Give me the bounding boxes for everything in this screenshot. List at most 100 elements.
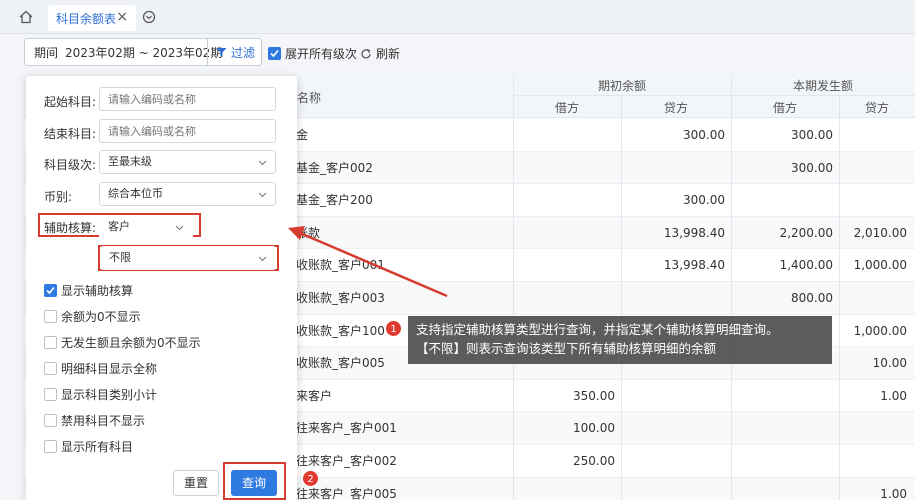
chevron-down-circle-icon[interactable]	[142, 10, 156, 24]
expand-all-levels[interactable]: 展开所有级次	[268, 45, 357, 62]
opening-credit-header: 贷方	[663, 101, 688, 115]
cell-cur-debit: 800.00	[791, 291, 833, 305]
cell-cur-debit	[731, 445, 833, 477]
cell-cur-credit	[839, 152, 907, 184]
reset-button[interactable]: 重置	[173, 470, 219, 496]
annotation-line-1: 支持指定辅助核算类型进行查询，并指定某个辅助核算明细查询。	[416, 322, 779, 337]
current-credit-header: 贷方	[864, 101, 889, 115]
cell-cur-debit	[731, 380, 833, 412]
period-value: 2023年02期 ~ 2023年02期	[65, 45, 223, 60]
group-current-header: 本期发生额	[792, 79, 853, 93]
cell-cur-debit: 1,400.00	[779, 258, 833, 273]
cell-name: 收账款_客户003	[296, 291, 385, 305]
cell-open-debit	[513, 478, 615, 500]
level-select[interactable]: 至最末级	[99, 150, 276, 174]
annotation-badge-2: 2	[302, 470, 319, 487]
option-checkbox[interactable]	[44, 310, 57, 323]
start-account-input[interactable]	[99, 87, 276, 111]
query-button[interactable]: 查询	[231, 470, 277, 496]
aux-detail-select[interactable]: 不限	[100, 246, 276, 270]
option-label: 显示所有科目	[61, 440, 134, 454]
cell-cur-credit: 1.00	[880, 388, 907, 403]
filter-button[interactable]: 过滤	[207, 38, 263, 66]
cell-name: 金	[296, 128, 309, 142]
cell-open-debit	[513, 184, 615, 216]
cell-open-credit: 300.00	[683, 128, 725, 142]
cell-cur-credit	[839, 445, 907, 477]
filter-option[interactable]: 无发生额且余额为0不显示	[44, 334, 201, 351]
cell-open-credit	[621, 478, 725, 500]
expand-label: 展开所有级次	[285, 47, 358, 61]
level-label: 科目级次:	[44, 158, 97, 172]
tab-account-balance[interactable]: 科目余额表 ×	[48, 5, 136, 31]
aux-label: 辅助核算:	[44, 221, 97, 235]
cell-cur-credit: 2,010.00	[853, 225, 907, 240]
cell-cur-debit: 300.00	[791, 160, 833, 175]
filter-option[interactable]: 显示辅助核算	[44, 282, 133, 299]
option-checkbox[interactable]	[44, 362, 57, 375]
cell-cur-debit	[731, 478, 833, 500]
filter-option[interactable]: 显示科目类别小计	[44, 386, 157, 403]
option-label: 禁用科目不显示	[61, 414, 146, 428]
cell-open-credit	[621, 412, 725, 444]
cell-open-credit	[621, 152, 725, 184]
cell-name: 收账款_客户001	[296, 258, 385, 273]
chevron-down-icon	[258, 256, 267, 262]
refresh-label: 刷新	[376, 47, 401, 61]
option-checkbox[interactable]	[44, 336, 57, 349]
cell-open-debit	[513, 119, 615, 151]
chevron-down-icon	[258, 160, 267, 166]
cell-open-credit: 13,998.40	[663, 258, 725, 273]
cell-cur-debit: 300.00	[791, 128, 833, 142]
cell-open-debit	[513, 282, 615, 314]
cell-cur-debit	[731, 412, 833, 444]
currency-select[interactable]: 综合本位币	[99, 182, 276, 206]
cell-name: 来客户	[296, 388, 333, 403]
filter-option[interactable]: 明细科目显示全称	[44, 360, 157, 377]
cell-open-credit: 13,998.40	[663, 225, 725, 240]
option-label: 显示科目类别小计	[61, 388, 158, 402]
cell-name: 基金_客户002	[296, 160, 373, 175]
cell-name: 往来客户_客户001	[296, 421, 397, 436]
option-checkbox[interactable]	[44, 414, 57, 427]
option-label: 余额为0不显示	[61, 310, 141, 324]
col-name-header: 名称	[297, 91, 322, 105]
level-value: 至最末级	[108, 155, 152, 168]
option-checkbox[interactable]	[44, 284, 57, 297]
currency-value: 综合本位币	[108, 187, 163, 200]
start-account-label: 起始科目:	[44, 95, 97, 109]
option-checkbox[interactable]	[44, 388, 57, 401]
end-account-label: 结束科目:	[44, 127, 97, 141]
cell-open-debit	[513, 217, 615, 249]
close-icon[interactable]: ×	[116, 9, 128, 25]
group-opening-header: 期初余额	[597, 79, 646, 93]
aux-detail-value: 不限	[109, 251, 131, 264]
filter-panel: 起始科目: 结束科目: 科目级次: 至最末级 币别: 综合本位币 辅助核算: 客…	[26, 76, 297, 500]
filter-option[interactable]: 禁用科目不显示	[44, 412, 145, 429]
filter-label: 过滤	[230, 45, 255, 60]
cell-name: 账款	[296, 225, 321, 240]
end-account-input[interactable]	[99, 119, 276, 143]
cell-cur-credit: 1,000.00	[853, 323, 907, 338]
home-icon[interactable]	[18, 9, 34, 25]
cell-cur-credit: 10.00	[872, 356, 907, 371]
annotation-line-2: 【不限】则表示查询该类型下所有辅助核算明细的余额	[416, 341, 717, 356]
expand-checkbox[interactable]	[268, 47, 281, 60]
cell-open-credit: 300.00	[683, 193, 725, 208]
filter-option[interactable]: 显示所有科目	[44, 438, 133, 455]
annotation-badge-1: 1	[385, 320, 402, 337]
period-label: 期间	[34, 45, 59, 60]
tab-bar: 科目余额表 ×	[0, 0, 915, 34]
cell-cur-credit: 1,000.00	[853, 258, 907, 273]
cell-open-debit: 350.00	[573, 388, 615, 403]
cell-cur-credit: 1.00	[880, 486, 907, 500]
refresh-button[interactable]: 刷新	[360, 45, 400, 62]
chevron-down-icon	[175, 225, 184, 231]
aux-type-select[interactable]: 客户	[99, 215, 193, 239]
refresh-icon	[361, 48, 371, 58]
filter-option[interactable]: 余额为0不显示	[44, 308, 141, 325]
option-checkbox[interactable]	[44, 440, 57, 453]
current-debit-header: 借方	[772, 101, 797, 115]
option-label: 无发生额且余额为0不显示	[61, 336, 201, 350]
option-label: 明细科目显示全称	[61, 362, 158, 376]
